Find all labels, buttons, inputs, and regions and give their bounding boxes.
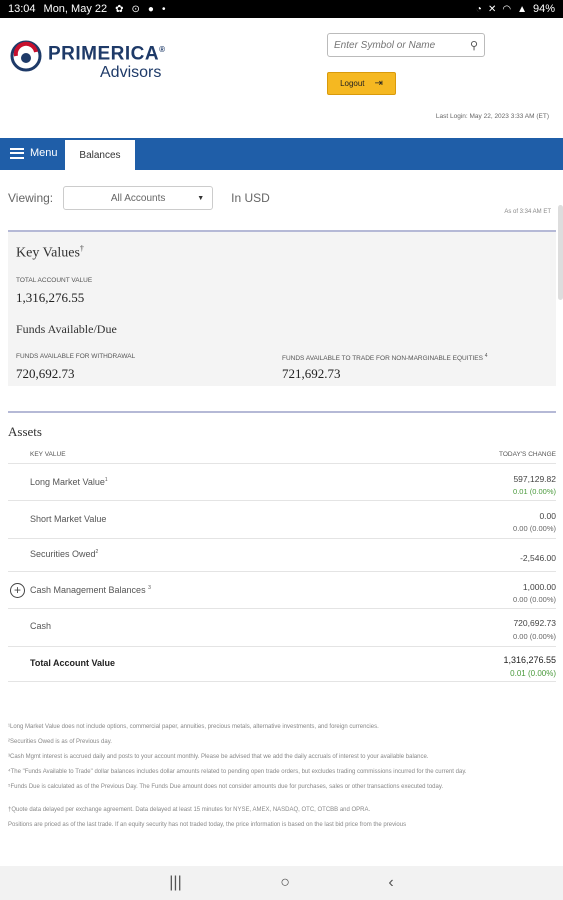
assets-title: Assets — [8, 424, 42, 439]
key-values-title: Key Values† — [16, 244, 84, 261]
scrollbar-handle[interactable] — [558, 205, 563, 300]
primerica-logo-icon — [10, 40, 42, 72]
viewing-row: Viewing: All Accounts ▼ In USD — [8, 186, 270, 210]
footnote: ¹Long Market Value does not include opti… — [8, 724, 379, 730]
row-value: 0.00 — [539, 511, 556, 521]
row-value: 597,129.82 — [513, 474, 556, 484]
row-value: 1,316,276.55 — [503, 655, 556, 665]
search-icon[interactable]: ⚲ — [470, 39, 478, 52]
row-label: Short Market Value — [30, 514, 107, 524]
row-label: Total Account Value — [30, 658, 116, 668]
row-value: 1,000.00 — [522, 582, 556, 592]
dot-icon: • — [161, 3, 166, 15]
hamburger-icon — [10, 147, 24, 159]
row-label: Long Market Value1 — [30, 477, 108, 487]
row-change: 0.01 (0.00%) — [510, 669, 556, 678]
chevron-down-icon: ▼ — [197, 194, 205, 202]
row-label: Cash Management Balances 3 — [30, 585, 151, 595]
home-icon[interactable]: ○ — [280, 874, 290, 892]
key-values-panel: Key Values† TOTAL ACCOUNT VALUE 1,316,27… — [8, 230, 556, 386]
battery-level: 94% — [532, 3, 555, 15]
mute-icon: ✕ — [487, 3, 497, 15]
footnote: Positions are priced as of the last trad… — [8, 822, 407, 828]
row-label: Cash — [30, 621, 52, 631]
brand-sub: Advisors — [100, 64, 162, 82]
status-date: Mon, May 22 — [43, 3, 108, 15]
symbol-search[interactable]: ⚲ — [327, 33, 485, 57]
table-row[interactable]: + Cash Management Balances 3 1,000.00 0.… — [8, 571, 556, 608]
bulb-icon: ● — [147, 3, 154, 15]
row-change: 0.00 (0.00%) — [513, 595, 556, 604]
row-change: 0.01 (0.00%) — [513, 487, 556, 496]
table-row: Securities Owed2 -2,546.00 — [8, 538, 556, 571]
withdrawal-value: 720,692.73 — [16, 366, 75, 381]
row-value: 720,692.73 — [513, 618, 556, 628]
row-change: 0.00 (0.00%) — [513, 632, 556, 641]
footnote: ⁴The "Funds Available to Trade" dollar b… — [8, 769, 467, 775]
sync-icon: ⊙ — [131, 3, 140, 15]
tab-balances[interactable]: Balances — [65, 138, 135, 170]
row-change: 0.00 (0.00%) — [513, 524, 556, 533]
brand-name: PRIMERICA — [48, 43, 160, 65]
site-header: PRIMERICA® Advisors ⚲ Logout ⇥ Last Logi… — [0, 18, 563, 138]
withdrawal-label: FUNDS AVAILABLE FOR WITHDRAWAL — [16, 353, 136, 360]
recent-apps-icon[interactable]: ||| — [169, 874, 181, 892]
footnotes: ¹Long Market Value does not include opti… — [8, 720, 556, 833]
table-row: Cash 720,692.73 0.00 (0.00%) — [8, 608, 556, 646]
menu-label: Menu — [30, 147, 58, 159]
total-account-value: 1,316,276.55 — [16, 290, 85, 305]
last-login-text: Last Login: May 22, 2023 3:33 AM (ET) — [435, 113, 549, 120]
table-row-total: Total Account Value 1,316,276.55 0.01 (0… — [8, 646, 556, 682]
col-key-value: KEY VALUE — [30, 451, 66, 458]
funds-title: Funds Available/Due — [16, 322, 117, 336]
account-select-value: All Accounts — [110, 192, 166, 204]
wifi-icon: ◠ — [502, 3, 512, 15]
logout-label: Logout — [340, 79, 365, 88]
total-account-label: TOTAL ACCOUNT VALUE — [16, 277, 93, 284]
trade-funds-label: FUNDS AVAILABLE TO TRADE FOR NON-MARGINA… — [282, 353, 488, 363]
row-value: -2,546.00 — [520, 553, 556, 563]
assets-divider — [8, 411, 556, 413]
footnote: ⁵Funds Due is calculated as of the Previ… — [8, 784, 444, 790]
search-input[interactable] — [334, 39, 464, 51]
as-of-time: As of 3:34 AM ET — [504, 209, 551, 215]
android-icon: ✿ — [115, 3, 124, 15]
status-bar: 13:04 Mon, May 22 ✿ ⊙ ● • ◔ ✕ ◠ ▲ 94% — [0, 0, 563, 18]
expand-plus-icon[interactable]: + — [10, 583, 25, 598]
col-todays-change: TODAY'S CHANGE — [499, 451, 556, 458]
back-icon[interactable]: ‹ — [388, 874, 393, 892]
alarm-icon: ◔ — [475, 3, 482, 15]
currency-label: In USD — [231, 191, 270, 205]
row-label: Securities Owed2 — [30, 549, 99, 559]
logout-icon: ⇥ — [374, 78, 383, 89]
table-row: Short Market Value 0.00 0.00 (0.00%) — [8, 500, 556, 538]
footnote: ³Cash Mgmt interest is accrued daily and… — [8, 754, 429, 760]
brand-trademark: ® — [159, 45, 166, 54]
table-row: Long Market Value1 597,129.82 0.01 (0.00… — [8, 463, 556, 500]
nav-bar: Menu Balances — [0, 138, 563, 170]
brand-logo[interactable]: PRIMERICA® Advisors — [10, 40, 166, 82]
footnote: †Quote data delayed per exchange agreeme… — [8, 807, 371, 813]
viewing-label: Viewing: — [8, 191, 54, 205]
signal-icon: ▲ — [517, 3, 527, 15]
logout-button[interactable]: Logout ⇥ — [327, 72, 396, 95]
footnote: ²Securities Owed is as of Previous day. — [8, 739, 112, 745]
trade-funds-value: 721,692.73 — [282, 366, 341, 381]
menu-button[interactable]: Menu — [10, 147, 58, 159]
account-select[interactable]: All Accounts ▼ — [63, 186, 214, 210]
status-time: 13:04 — [8, 3, 36, 15]
footnote — [8, 795, 556, 803]
system-nav-bar: ||| ○ ‹ — [0, 866, 563, 900]
